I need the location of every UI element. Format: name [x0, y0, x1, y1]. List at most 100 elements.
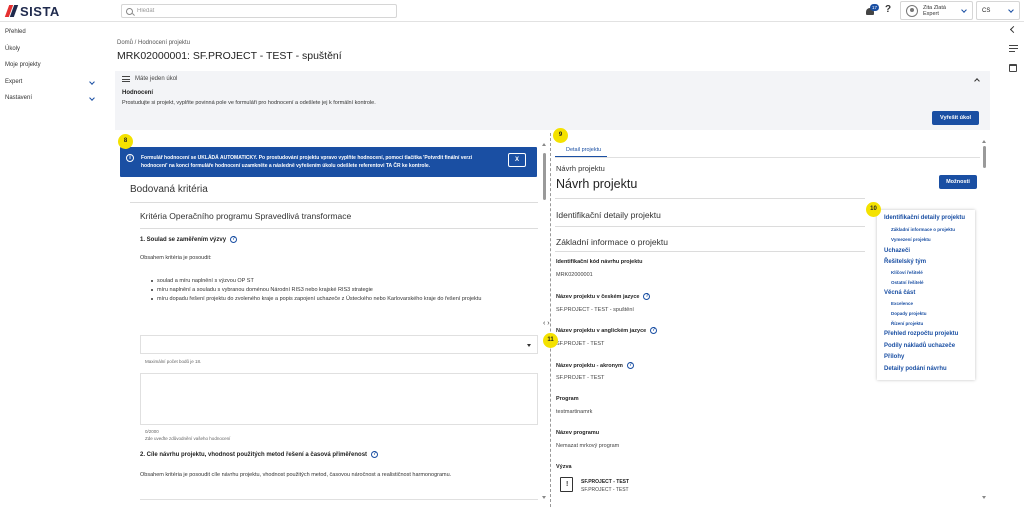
- divider: [555, 226, 865, 227]
- chevron-down-icon: [961, 7, 967, 13]
- toc-subitem[interactable]: Dopady projektu: [891, 311, 927, 316]
- logo-mark-icon: [4, 5, 19, 17]
- list-filter-icon[interactable]: [1009, 45, 1018, 52]
- field-label: Název programu: [556, 430, 600, 436]
- list-item: soulad a míru naplnění s výzvou OP ST: [140, 277, 520, 285]
- language-select[interactable]: CS: [976, 1, 1020, 20]
- task-title: Hodnocení: [122, 90, 153, 96]
- toc-item[interactable]: Řešitelský tým: [884, 259, 926, 265]
- calendar-icon[interactable]: [1009, 64, 1017, 72]
- document-icon: [560, 477, 573, 492]
- chevron-down-icon: [1008, 7, 1014, 13]
- notifications-button[interactable]: 17: [865, 4, 879, 17]
- chevron-down-icon: [89, 79, 95, 85]
- toc-subitem[interactable]: Základní informace o projektu: [891, 227, 955, 232]
- basic-info-section-title: Základní informace o projektu: [556, 237, 668, 247]
- task-description: Prostudujte si projekt, vyplňte povinná …: [122, 100, 376, 106]
- sidebar-item-ukoly[interactable]: Úkoly: [5, 46, 100, 56]
- logo[interactable]: SISTA: [4, 3, 60, 19]
- sidebar-item-nastaveni[interactable]: Nastavení: [5, 95, 100, 105]
- breadcrumb[interactable]: Domů / Hodnocení projektu: [117, 40, 190, 46]
- detail-title: Návrh projektu: [556, 177, 638, 191]
- logo-text: SISTA: [20, 3, 60, 19]
- vyzva-code: SF.PROJECT - TEST: [581, 487, 629, 493]
- criterion-1-intro: Obsahem kritéria je posoudit:: [140, 255, 212, 261]
- page-title: MRK02000001: SF.PROJECT - TEST - spuštěn…: [117, 50, 342, 62]
- max-points-hint: Maximální počet bodů je 18.: [145, 359, 202, 364]
- toc-subitem[interactable]: Ostatní řešitelé: [891, 280, 924, 285]
- avatar-icon: [906, 4, 918, 17]
- splitter-arrows-icon[interactable]: ‹ ›: [543, 320, 550, 327]
- toc-subitem[interactable]: Excelence: [891, 301, 913, 306]
- char-counter: 0/2000: [145, 429, 159, 434]
- scroll-down-arrow[interactable]: [982, 496, 986, 499]
- help-icon[interactable]: ?: [626, 362, 634, 369]
- toc-subitem[interactable]: Řízení projektu: [891, 321, 923, 326]
- banner-text: Formulář hodnocení se UKLÁDÁ AUTOMATICKY…: [141, 155, 473, 169]
- close-banner-button[interactable]: X: [508, 153, 526, 167]
- top-bar: SISTA 17 ? Zita Zlatá Expert CS: [0, 0, 1024, 22]
- user-name: Zita Zlatá: [923, 4, 946, 11]
- sidebar-item-moje-projekty[interactable]: Moje projekty: [5, 62, 100, 72]
- resolve-task-button[interactable]: Vyřešit úkol: [932, 111, 979, 125]
- criterion-2-title: 2. Cíle návrhu projektu, vhodnost použit…: [140, 451, 379, 459]
- toc-subitem[interactable]: Klíčoví řešitelé: [891, 270, 923, 275]
- divider: [140, 228, 538, 229]
- field-label: Název projektu - akronym?: [556, 362, 634, 369]
- scroll-down-arrow[interactable]: [542, 496, 546, 499]
- field-value: MRK02000001: [556, 272, 593, 278]
- chevron-down-icon: [89, 95, 95, 101]
- chevron-up-icon[interactable]: [974, 78, 980, 84]
- toc-item[interactable]: Identifikační detaily projektu: [884, 215, 965, 221]
- search-input[interactable]: [137, 8, 377, 14]
- toc-item[interactable]: Přehled rozpočtu projektu: [884, 331, 958, 337]
- field-label: Název projektu v českém jazyce?: [556, 293, 651, 300]
- help-icon[interactable]: ?: [230, 236, 238, 243]
- notification-badge: 17: [870, 4, 879, 11]
- help-button[interactable]: ?: [885, 4, 891, 15]
- tab-detail-projektu[interactable]: Detail projektu: [566, 147, 601, 153]
- toc-item[interactable]: Věcná část: [884, 290, 915, 296]
- field-value: SF.PROJET - TEST: [556, 375, 605, 381]
- points-select[interactable]: [140, 335, 538, 354]
- field-label: Název projektu v anglickém jazyce?: [556, 327, 658, 334]
- sidebar-item-expert[interactable]: Expert: [5, 79, 100, 89]
- language-label: CS: [982, 7, 991, 14]
- sidebar: Přehled Úkoly Moje projekty Expert Nasta…: [0, 22, 105, 507]
- identification-section-title: Identifikační detaily projektu: [556, 210, 661, 220]
- user-menu[interactable]: Zita Zlatá Expert: [900, 1, 973, 20]
- toc-item[interactable]: Přílohy: [884, 354, 904, 360]
- list-item: míru naplnění a souladu s vybranou domén…: [140, 286, 520, 294]
- sidebar-item-prehled[interactable]: Přehled: [5, 29, 100, 39]
- right-scrollbar-thumb[interactable]: [983, 146, 986, 168]
- options-button[interactable]: Možnosti: [939, 175, 977, 189]
- criterion-1-bullets: soulad a míru naplnění s výzvou OP ST mí…: [140, 277, 520, 304]
- divider: [555, 198, 865, 199]
- help-icon[interactable]: ?: [371, 451, 379, 458]
- step-badge: 10: [866, 202, 881, 217]
- field-value: testmartinamrk: [556, 409, 593, 415]
- user-role: Expert: [923, 10, 939, 17]
- left-scrollbar-thumb[interactable]: [543, 153, 546, 200]
- pane-splitter[interactable]: [550, 133, 551, 507]
- toc-item[interactable]: Podíly nákladů uchazeče: [884, 343, 955, 349]
- search-box[interactable]: [121, 4, 397, 18]
- table-of-contents: Identifikační detaily projektu Základní …: [877, 210, 975, 380]
- criterion-2-intro: Obsahem kritéria je posoudit cíle návrhu…: [140, 472, 452, 478]
- vyzva-name[interactable]: SF.PROJECT - TEST: [581, 479, 629, 485]
- toc-item[interactable]: Detaily podání návrhu: [884, 366, 947, 372]
- justification-textarea[interactable]: [140, 373, 538, 425]
- help-icon[interactable]: ?: [643, 293, 651, 300]
- step-badge: 9: [553, 128, 568, 143]
- justification-hint: Zde uveďte zdůvodnění vašeho hodnocení: [145, 436, 231, 441]
- step-badge: 11: [543, 333, 558, 348]
- toc-subitem[interactable]: Vymezení projektu: [891, 237, 931, 242]
- toc-item[interactable]: Uchazeči: [884, 248, 910, 254]
- scroll-up-arrow[interactable]: [982, 140, 986, 143]
- collapse-panel-icon[interactable]: [1009, 25, 1018, 34]
- divider: [130, 202, 538, 203]
- scroll-up-arrow[interactable]: [542, 143, 546, 146]
- list-item: míru dopadu řešení projektu do zvoleného…: [140, 295, 520, 303]
- help-icon[interactable]: ?: [650, 327, 658, 334]
- task-list-icon: [122, 76, 130, 82]
